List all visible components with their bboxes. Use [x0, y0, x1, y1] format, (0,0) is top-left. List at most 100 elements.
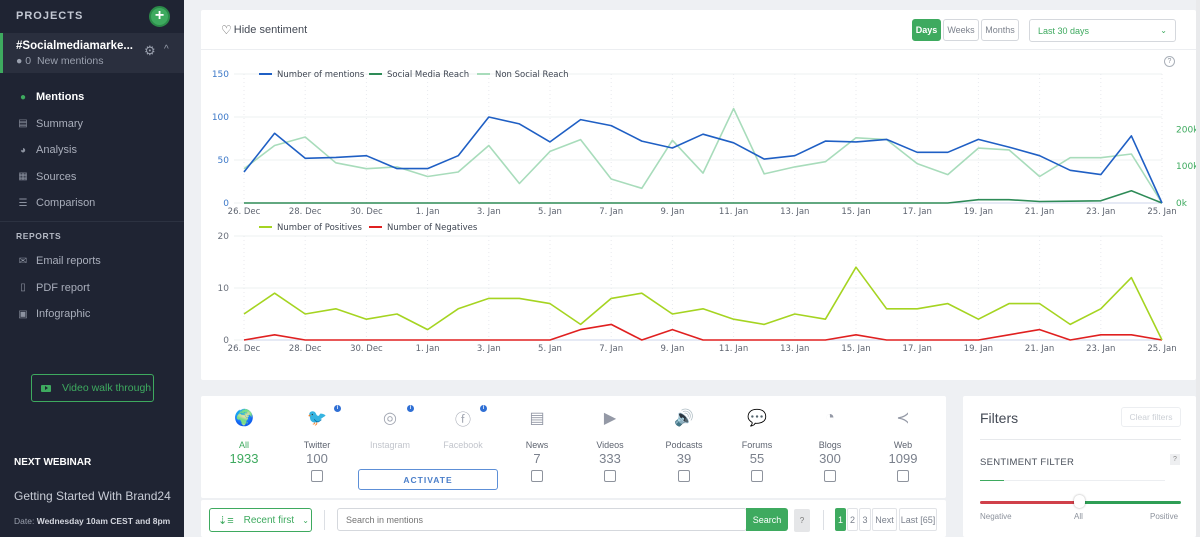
sidebar-item-mentions[interactable]: ● Mentions — [0, 84, 184, 111]
sidebar-item-label: Email reports — [36, 255, 101, 268]
source-checkbox[interactable] — [678, 470, 690, 482]
x-tick-label: 13. Jan — [780, 207, 809, 217]
page-3-button[interactable]: 3 — [859, 508, 871, 531]
sidebar-item-analysis[interactable]: ◕ Analysis — [0, 137, 184, 164]
source-all[interactable]: 🌍 All 1933 — [214, 408, 274, 466]
info-icon[interactable]: i — [407, 405, 414, 412]
sort-label: Recent first — [243, 514, 295, 526]
source-checkbox[interactable] — [824, 470, 836, 482]
sidebar-item-pdf-report[interactable]: ▯ PDF report — [0, 275, 184, 302]
sidebar-item-comparison[interactable]: ☰ Comparison — [0, 190, 184, 217]
project-new-mentions: ● 0 New mentions — [16, 55, 103, 67]
source-label: Web — [893, 440, 913, 450]
source-twitter[interactable]: 🐦 i Twitter 100 — [287, 405, 347, 482]
x-tick-label: 26. Dec — [228, 344, 261, 354]
series-line-number-of-positives — [243, 266, 1163, 341]
source-label: Forums — [741, 440, 773, 450]
reports-nav: ✉ Email reports ▯ PDF report ▣ Infographic — [0, 248, 184, 328]
y-right-tick-label: 0k — [1176, 199, 1188, 209]
clear-filters-button[interactable]: Clear filters — [1121, 407, 1181, 427]
sentiment-help-button[interactable]: ? — [1170, 454, 1180, 465]
page-2-button[interactable]: 2 — [847, 508, 858, 531]
sidebar-item-sources[interactable]: ▦ Sources — [0, 164, 184, 191]
y-tick-label: 20 — [218, 232, 230, 242]
last-page-button[interactable]: Last [65] — [899, 508, 937, 531]
source-news[interactable]: ▤ News 7 — [507, 408, 567, 482]
activate-button[interactable]: ACTIVATE — [358, 469, 498, 490]
legend-label: Number of Positives — [277, 223, 363, 233]
legend-label: Number of Negatives — [387, 223, 478, 233]
source-label: All — [238, 440, 249, 450]
sentiment-underline — [980, 480, 1165, 481]
webinar-heading: NEXT WEBINAR — [14, 457, 92, 468]
sidebar-item-email-reports[interactable]: ✉ Email reports — [0, 248, 184, 275]
video-walkthrough-button[interactable]: Video walk through — [31, 374, 154, 402]
info-icon[interactable]: i — [334, 405, 341, 412]
y-tick-label: 50 — [218, 156, 230, 166]
newspaper-icon: ▤ — [529, 410, 545, 427]
source-videos[interactable]: ▶ Videos 333 — [580, 408, 640, 482]
sidebar-divider — [0, 221, 184, 222]
divider — [823, 510, 824, 530]
x-tick-label: 13. Jan — [780, 344, 809, 354]
source-checkbox[interactable] — [531, 470, 543, 482]
source-forums[interactable]: 💬 Forums 55 — [727, 408, 787, 482]
source-label: Twitter — [303, 440, 331, 450]
y-tick-label: 10 — [218, 284, 230, 294]
search-input[interactable] — [337, 508, 747, 531]
source-count: 300 — [819, 451, 841, 466]
source-facebook[interactable]: ⓕ i Facebook — [433, 405, 493, 450]
sentiment-slider-negative-track[interactable] — [980, 501, 1079, 504]
sidebar-item-label: Infographic — [36, 308, 91, 321]
source-checkbox[interactable] — [897, 470, 909, 482]
project-item[interactable]: #Socialmediamarke... ● 0 New mentions ⚙ … — [0, 33, 184, 73]
x-tick-label: 25. Jan — [1147, 344, 1176, 354]
next-page-button[interactable]: Next — [872, 508, 897, 531]
page-scrollbar[interactable] — [1196, 0, 1200, 537]
source-podcasts[interactable]: 🔊 Podcasts 39 — [654, 408, 714, 482]
source-count: 1099 — [888, 451, 918, 466]
source-count: 39 — [676, 451, 692, 466]
filters-title: Filters — [980, 410, 1019, 426]
y-tick-label: 150 — [212, 70, 229, 80]
sidebar-item-label: Sources — [36, 170, 77, 183]
sidebar-item-summary[interactable]: ▤ Summary — [0, 111, 184, 138]
sentiment-slider-thumb[interactable] — [1074, 495, 1085, 508]
sidebar: PROJECTS + #Socialmediamarke... ● 0 New … — [0, 0, 184, 537]
search-help-button[interactable]: ? — [794, 509, 810, 532]
add-project-button[interactable]: + — [149, 6, 170, 27]
x-tick-label: 9. Jan — [660, 207, 684, 217]
slider-label-all: All — [1074, 512, 1083, 521]
x-tick-label: 11. Jan — [719, 344, 748, 354]
x-tick-label: 7. Jan — [599, 344, 623, 354]
project-name: #Socialmediamarke... — [16, 40, 133, 52]
source-blogs[interactable]: ◔ Blogs 300 — [800, 408, 860, 482]
x-tick-label: 3. Jan — [477, 207, 501, 217]
x-tick-label: 28. Dec — [289, 344, 322, 354]
info-icon[interactable]: i — [480, 405, 487, 412]
search-button[interactable]: Search — [746, 508, 788, 531]
sidebar-item-label: Comparison — [36, 197, 96, 210]
page-1-button[interactable]: 1 — [835, 508, 846, 531]
x-tick-label: 21. Jan — [1025, 344, 1054, 354]
source-checkbox[interactable] — [751, 470, 763, 482]
source-checkbox[interactable] — [604, 470, 616, 482]
source-label: News — [525, 440, 549, 450]
briefcase-icon: ▦ — [18, 171, 28, 183]
forum-bubbles-icon: 💬 — [747, 410, 767, 427]
sidebar-item-label: Summary — [36, 117, 84, 130]
source-checkbox[interactable] — [311, 470, 323, 482]
sort-dropdown[interactable]: ⇣≡ Recent first ⌄ — [209, 508, 312, 532]
source-web[interactable]: ≺ Web 1099 — [873, 408, 933, 482]
document-icon: ▤ — [18, 118, 28, 130]
sentiment-slider-positive-track[interactable] — [1081, 501, 1181, 504]
legend-label: Social Media Reach — [387, 70, 469, 80]
sidebar-item-infographic[interactable]: ▣ Infographic — [0, 301, 184, 328]
gear-icon[interactable]: ⚙ — [144, 43, 156, 59]
divider — [324, 510, 325, 530]
webinar-name[interactable]: Getting Started With Brand24 — [14, 489, 171, 503]
source-instagram[interactable]: ◎ i Instagram — [360, 405, 420, 450]
chevron-up-icon[interactable]: ^ — [164, 44, 169, 55]
rss-icon: ◔ — [825, 409, 835, 426]
source-label: Instagram — [369, 440, 411, 450]
